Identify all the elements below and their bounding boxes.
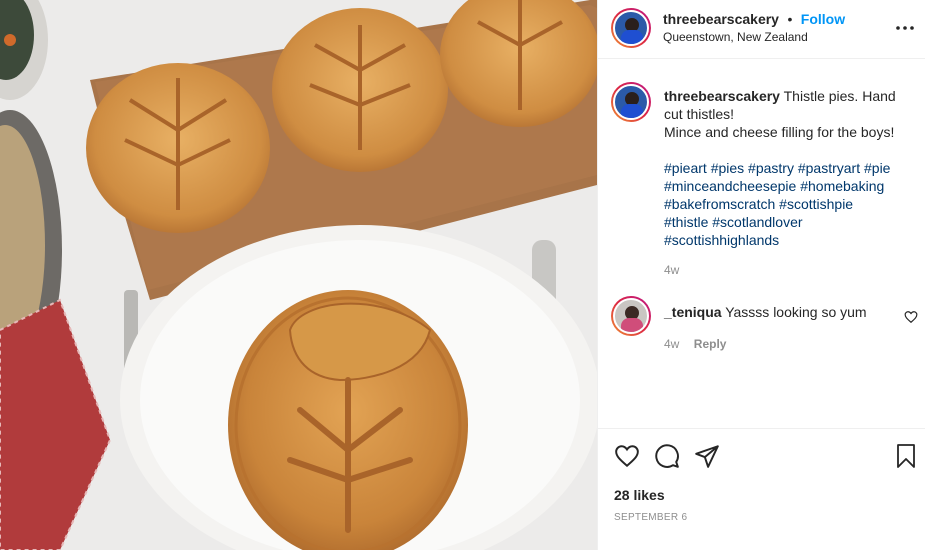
comment-body: Yassss looking so yum: [721, 304, 867, 320]
caption-username[interactable]: threebearscakery: [664, 88, 780, 104]
share-paper-plane-icon[interactable]: [694, 443, 720, 469]
reply-button[interactable]: Reply: [694, 337, 727, 351]
like-count[interactable]: 28 likes: [614, 487, 665, 503]
more-options-icon[interactable]: [894, 18, 916, 38]
comment-text: _teniqua Yassss looking so yum: [664, 303, 894, 321]
author-username[interactable]: threebearscakery: [663, 11, 779, 27]
author-avatar[interactable]: [611, 8, 651, 48]
post-date[interactable]: SEPTEMBER 6: [614, 512, 687, 523]
caption-line-2: Mince and cheese filling for the boys!: [664, 124, 895, 140]
caption-text: threebearscakery Thistle pies. Hand cut …: [664, 87, 916, 249]
comment-like-heart-icon[interactable]: [904, 310, 918, 324]
separator-dot: •: [787, 11, 793, 27]
comment-meta: 4w Reply: [664, 335, 726, 353]
action-bar: 28 likes SEPTEMBER 6: [598, 428, 925, 551]
post-sidebar: threebearscakery • Follow Queenstown, Ne…: [597, 0, 925, 550]
comment-bubble-icon[interactable]: [654, 443, 680, 469]
avatar-image: [613, 298, 649, 334]
caption-time[interactable]: 4w: [664, 263, 679, 277]
comment-item: _teniqua Yassss looking so yum 4w Reply: [598, 290, 925, 353]
hashtag-line[interactable]: #bakefromscratch #scottishpie: [664, 196, 853, 212]
comment-username[interactable]: _teniqua: [664, 304, 722, 320]
post-location[interactable]: Queenstown, New Zealand: [663, 30, 808, 44]
commenter-avatar[interactable]: [611, 296, 651, 336]
like-heart-icon[interactable]: [614, 443, 640, 469]
hashtag-line[interactable]: #minceandcheesepie #homebaking: [664, 178, 884, 194]
caption-avatar[interactable]: [611, 82, 651, 122]
avatar-image: [613, 84, 649, 120]
hashtag-line[interactable]: #pieart #pies #pastry #pastryart #pie: [664, 160, 890, 176]
hashtag-line[interactable]: #thistle #scotlandlover: [664, 214, 803, 230]
post-photo[interactable]: [0, 0, 597, 550]
post-header: threebearscakery • Follow Queenstown, Ne…: [598, 0, 925, 59]
follow-button[interactable]: Follow: [801, 11, 845, 27]
comment-time[interactable]: 4w: [664, 337, 679, 351]
bookmark-save-icon[interactable]: [894, 443, 918, 469]
avatar-image: [613, 10, 649, 46]
pie-photo-illustration: [0, 0, 597, 550]
hashtag-line[interactable]: #scottishhighlands: [664, 232, 779, 248]
